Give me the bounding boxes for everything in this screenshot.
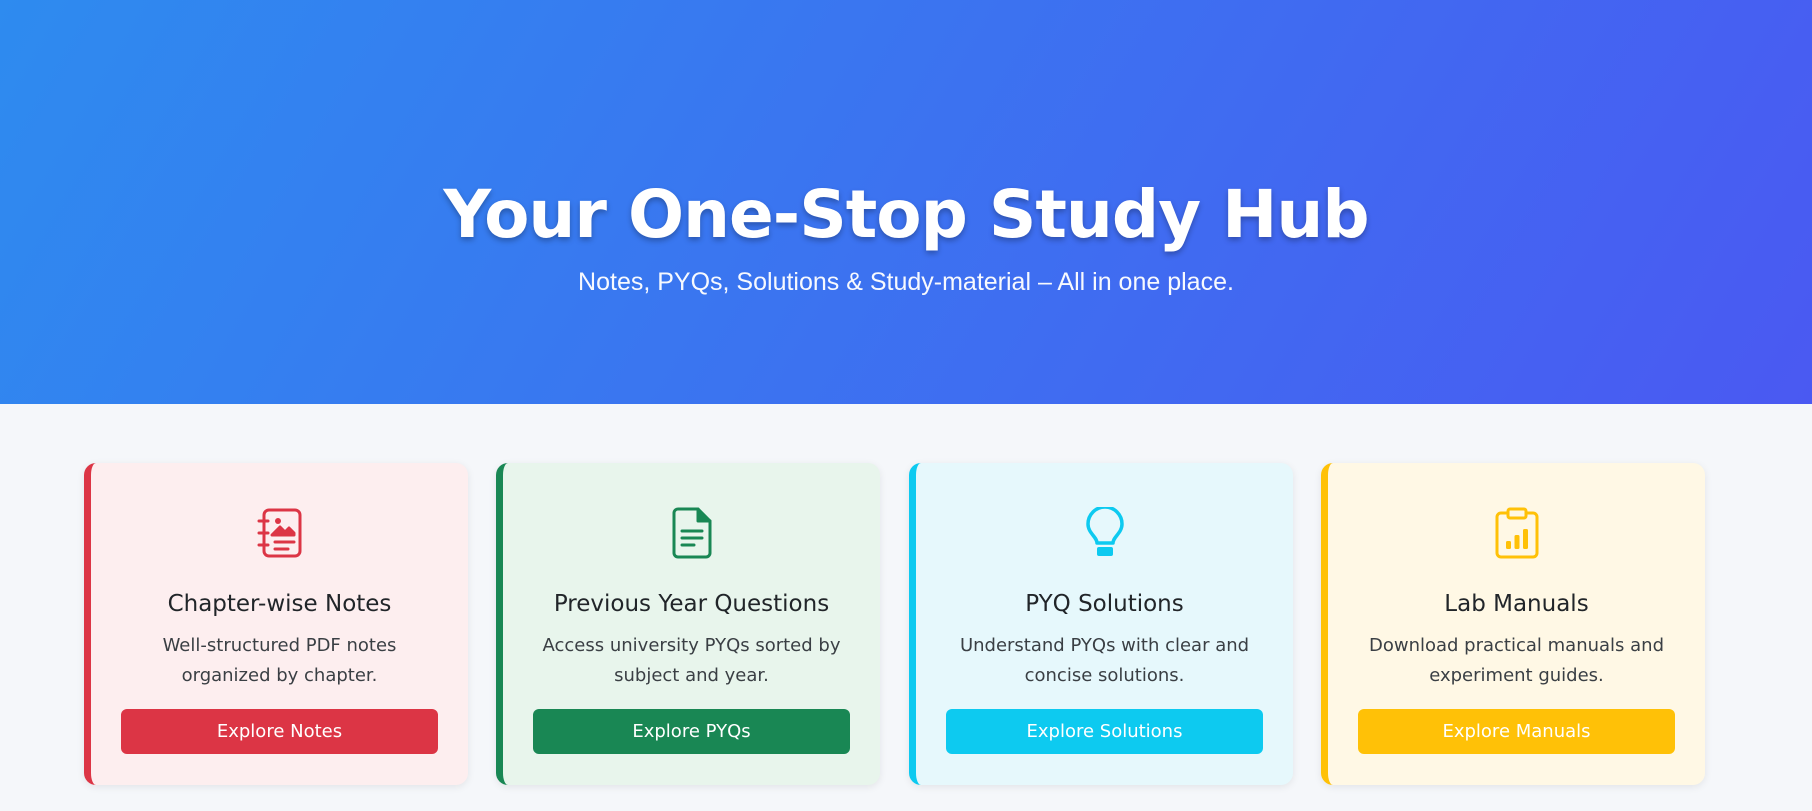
card-description: Access university PYQs sorted by subject… (542, 635, 841, 686)
explore-manuals-button[interactable]: Explore Manuals (1358, 709, 1675, 754)
hero-section: Your One-Stop Study Hub Notes, PYQs, Sol… (0, 0, 1812, 404)
hero-subtitle: Notes, PYQs, Solutions & Study-material … (578, 268, 1234, 296)
hero-title: Your One-Stop Study Hub (443, 176, 1369, 253)
card-notes: Chapter-wise Notes Well-structured PDF n… (84, 463, 468, 785)
explore-notes-button[interactable]: Explore Notes (121, 709, 438, 754)
resource-cards: Chapter-wise Notes Well-structured PDF n… (84, 463, 1705, 785)
explore-pyqs-button[interactable]: Explore PYQs (533, 709, 850, 754)
card-description: Well-structured PDF notes organized by c… (162, 635, 397, 686)
clipboard-data-icon (1328, 505, 1705, 561)
card-solutions: PYQ Solutions Understand PYQs with clear… (909, 463, 1293, 785)
card-title: PYQ Solutions (1025, 591, 1184, 617)
card-title: Lab Manuals (1444, 591, 1589, 617)
file-text-icon (503, 505, 880, 561)
card-description: Understand PYQs with clear and concise s… (959, 635, 1250, 686)
lightbulb-icon (916, 505, 1293, 561)
card-pyqs: Previous Year Questions Access universit… (496, 463, 880, 785)
card-lab-manuals: Lab Manuals Download practical manuals a… (1321, 463, 1705, 785)
journal-richtext-icon (91, 505, 468, 561)
card-description: Download practical manuals and experimen… (1368, 635, 1665, 686)
card-title: Previous Year Questions (553, 591, 830, 617)
explore-solutions-button[interactable]: Explore Solutions (946, 709, 1263, 754)
card-title: Chapter-wise Notes (167, 591, 392, 617)
